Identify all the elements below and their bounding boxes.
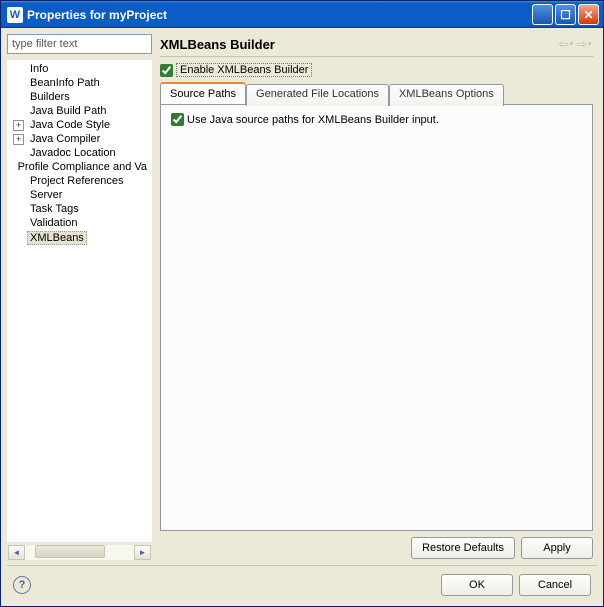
cancel-button[interactable]: Cancel <box>519 574 591 596</box>
horizontal-scrollbar[interactable]: ◄ ► <box>7 544 152 561</box>
apply-button[interactable]: Apply <box>521 537 593 559</box>
tree-item-label: Profile Compliance and Va <box>15 161 150 173</box>
tree-item[interactable]: +Java Code Style <box>7 118 152 132</box>
tree-item-label: Validation <box>27 217 81 229</box>
tree-item[interactable]: Javadoc Location <box>7 146 152 160</box>
enable-xmlbeans-label[interactable]: Enable XMLBeans Builder <box>176 63 312 77</box>
maximize-button[interactable]: ☐ <box>555 4 576 25</box>
properties-window: W Properties for myProject _ ☐ ✕ Info Bea… <box>0 0 604 607</box>
scroll-right-button[interactable]: ► <box>134 545 151 560</box>
app-icon: W <box>7 7 23 23</box>
tab[interactable]: XMLBeans Options <box>389 84 504 106</box>
category-tree[interactable]: Info BeanInfo Path Builders Java Build Path… <box>7 60 152 542</box>
tab[interactable]: Source Paths <box>160 82 246 104</box>
use-java-source-paths-checkbox[interactable] <box>171 113 184 126</box>
page-title: XMLBeans Builder <box>160 37 557 52</box>
tree-item[interactable]: Validation <box>7 216 152 230</box>
enable-xmlbeans-checkbox[interactable] <box>160 64 173 77</box>
titlebar[interactable]: W Properties for myProject _ ☐ ✕ <box>1 1 603 28</box>
tree-item-label: BeanInfo Path <box>27 77 103 89</box>
tree-item-label: Server <box>27 189 65 201</box>
ok-button[interactable]: OK <box>441 574 513 596</box>
scroll-left-button[interactable]: ◄ <box>8 545 25 560</box>
tree-item[interactable]: Java Build Path <box>7 104 152 118</box>
content-panel: XMLBeans Builder ⇦▾ ⇨▾ Enable XMLBeans B… <box>156 34 597 561</box>
tree-item-label: Javadoc Location <box>27 147 119 159</box>
restore-defaults-button[interactable]: Restore Defaults <box>411 537 515 559</box>
tree-item-label: Java Code Style <box>27 119 113 131</box>
tree-item[interactable]: Task Tags <box>7 202 152 216</box>
tree-item[interactable]: Server <box>7 188 152 202</box>
tree-item[interactable]: XMLBeans <box>7 230 152 246</box>
tree-item-label: XMLBeans <box>27 231 87 245</box>
use-java-source-paths-label: Use Java source paths for XMLBeans Build… <box>187 114 439 126</box>
expand-icon[interactable]: + <box>13 120 24 131</box>
tree-item[interactable]: Project References <box>7 174 152 188</box>
tab-bar: Source PathsGenerated File LocationsXMLB… <box>160 83 593 105</box>
tree-item[interactable]: Profile Compliance and Va <box>7 160 152 174</box>
tree-item-label: Java Build Path <box>27 105 109 117</box>
client-area: Info BeanInfo Path Builders Java Build Path… <box>1 28 603 606</box>
tab[interactable]: Generated File Locations <box>246 84 389 106</box>
back-button[interactable]: ⇦▾ <box>557 36 575 52</box>
forward-button[interactable]: ⇨▾ <box>575 36 593 52</box>
tree-item-label: Project References <box>27 175 127 187</box>
tree-item[interactable]: Info <box>7 62 152 76</box>
tree-item-label: Builders <box>27 91 73 103</box>
tab-content-source-paths: Use Java source paths for XMLBeans Build… <box>160 104 593 531</box>
expand-icon[interactable]: + <box>13 134 24 145</box>
help-icon[interactable]: ? <box>13 576 31 594</box>
filter-input[interactable] <box>7 34 152 54</box>
sidebar: Info BeanInfo Path Builders Java Build Path… <box>7 34 152 561</box>
tree-item-label: Java Compiler <box>27 133 103 145</box>
tree-item-label: Task Tags <box>27 203 82 215</box>
tree-item[interactable]: Builders <box>7 90 152 104</box>
tree-item-label: Info <box>27 63 51 75</box>
tree-item[interactable]: +Java Compiler <box>7 132 152 146</box>
tree-item[interactable]: BeanInfo Path <box>7 76 152 90</box>
bottom-bar: ? OK Cancel <box>7 565 597 600</box>
close-button[interactable]: ✕ <box>578 4 599 25</box>
window-title: Properties for myProject <box>27 8 532 22</box>
scroll-track[interactable] <box>25 545 134 560</box>
scroll-thumb[interactable] <box>35 545 105 558</box>
minimize-button[interactable]: _ <box>532 4 553 25</box>
